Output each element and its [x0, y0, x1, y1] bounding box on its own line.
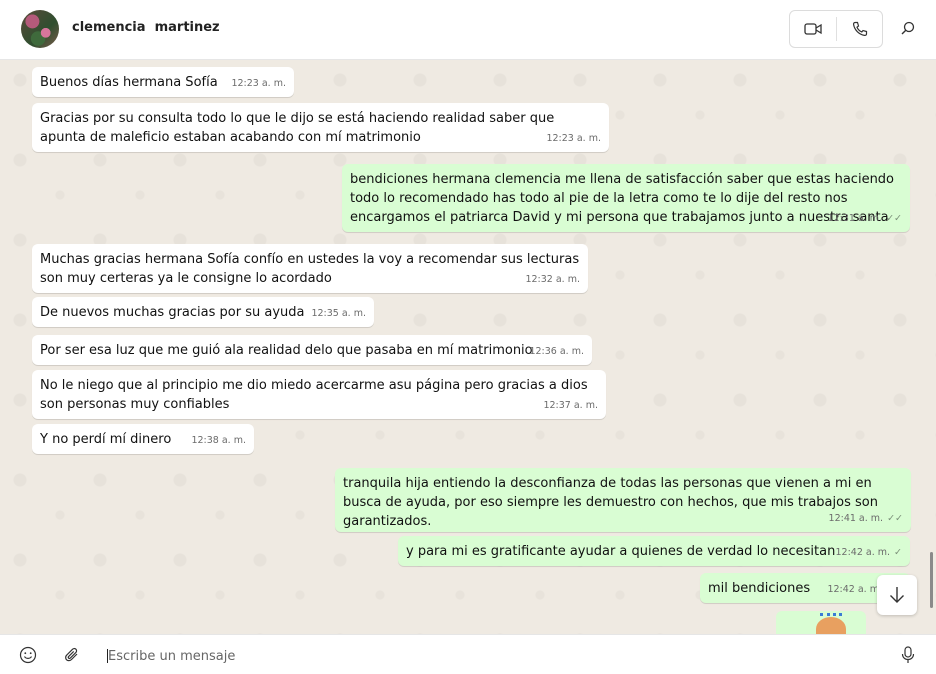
- attach-button[interactable]: [62, 645, 82, 665]
- double-check-icon: ✓✓: [886, 213, 902, 224]
- message-text: tranquila hija entiendo la desconfianza …: [343, 476, 878, 529]
- message-text: bendiciones hermana clemencia me llena d…: [350, 172, 895, 225]
- scrollbar-thumb[interactable]: [930, 552, 933, 608]
- emoji-icon: [19, 646, 37, 664]
- voice-call-button[interactable]: [837, 11, 883, 47]
- message-time: 12:42 a. m.: [835, 547, 891, 558]
- message-time: 12:35 a. m.: [311, 308, 366, 319]
- message-input[interactable]: [106, 643, 870, 669]
- arrow-down-icon: [890, 587, 904, 603]
- message-meta: 12:41 a. m. ✓✓: [829, 509, 903, 528]
- microphone-button[interactable]: [898, 645, 918, 665]
- video-call-icon: [804, 23, 822, 35]
- message-time: 12:23 a. m.: [546, 133, 601, 144]
- message-outgoing[interactable]: y para mi es gratificante ayudar a quien…: [398, 536, 910, 566]
- message-incoming[interactable]: De nuevos muchas gracias por su ayuda 12…: [32, 297, 374, 327]
- phone-icon: [852, 21, 868, 37]
- call-buttons: [789, 10, 883, 48]
- message-incoming[interactable]: Buenos días hermana Sofía 12:23 a. m.: [32, 67, 294, 97]
- message-time: 12:23 a. m.: [231, 78, 286, 89]
- message-time: 12:41 a. m.: [828, 513, 884, 524]
- contact-name[interactable]: clemencia martinez: [72, 20, 220, 35]
- message-time: 12:36 a. m.: [529, 346, 584, 357]
- composer: [0, 634, 936, 674]
- search-icon: [901, 21, 915, 35]
- attach-icon: [65, 647, 78, 662]
- message-time: 12:37 a. m.: [543, 400, 598, 411]
- avatar[interactable]: [21, 10, 59, 48]
- microphone-icon: [901, 646, 915, 663]
- scroll-to-bottom-button[interactable]: [877, 575, 917, 615]
- video-call-button[interactable]: [790, 11, 836, 47]
- message-time: 12:31 a. m.: [827, 213, 883, 224]
- message-text: Gracias por su consulta todo lo que le d…: [40, 111, 555, 145]
- text-cursor: [107, 649, 108, 663]
- double-check-icon: ✓✓: [887, 513, 903, 524]
- message-text: No le niego que al principio me dio mied…: [40, 378, 588, 412]
- message-incoming[interactable]: Gracias por su consulta todo lo que le d…: [32, 103, 609, 152]
- search-button[interactable]: [896, 16, 920, 40]
- message-incoming[interactable]: Y no perdí mí dinero 12:38 a. m.: [32, 424, 254, 454]
- clapping-hands-icon: [816, 617, 846, 634]
- message-text: Muchas gracias hermana Sofía confío en u…: [40, 252, 580, 286]
- message-list[interactable]: Buenos días hermana Sofía 12:23 a. m. Gr…: [0, 60, 936, 634]
- message-outgoing[interactable]: tranquila hija entiendo la desconfianza …: [335, 468, 911, 532]
- message-time: 12:32 a. m.: [525, 274, 580, 285]
- message-meta: 12:42 a. m. ✓: [835, 543, 902, 562]
- message-time: 12:42 a. m.: [827, 584, 882, 595]
- sticker-message[interactable]: [776, 611, 866, 634]
- message-text: Por ser esa luz que me guió ala realidad…: [40, 343, 533, 358]
- chat-header: clemencia martinez: [0, 0, 936, 60]
- message-outgoing[interactable]: bendiciones hermana clemencia me llena d…: [342, 164, 910, 232]
- message-incoming[interactable]: Muchas gracias hermana Sofía confío en u…: [32, 244, 588, 293]
- emoji-button[interactable]: [18, 645, 38, 665]
- message-incoming[interactable]: No le niego que al principio me dio mied…: [32, 370, 606, 419]
- message-meta: 12:31 a. m. ✓✓: [828, 209, 902, 228]
- message-text: y para mi es gratificante ayudar a quien…: [406, 544, 836, 559]
- message-time: 12:38 a. m.: [191, 435, 246, 446]
- message-incoming[interactable]: Por ser esa luz que me guió ala realidad…: [32, 335, 592, 365]
- single-check-icon: ✓: [894, 547, 902, 558]
